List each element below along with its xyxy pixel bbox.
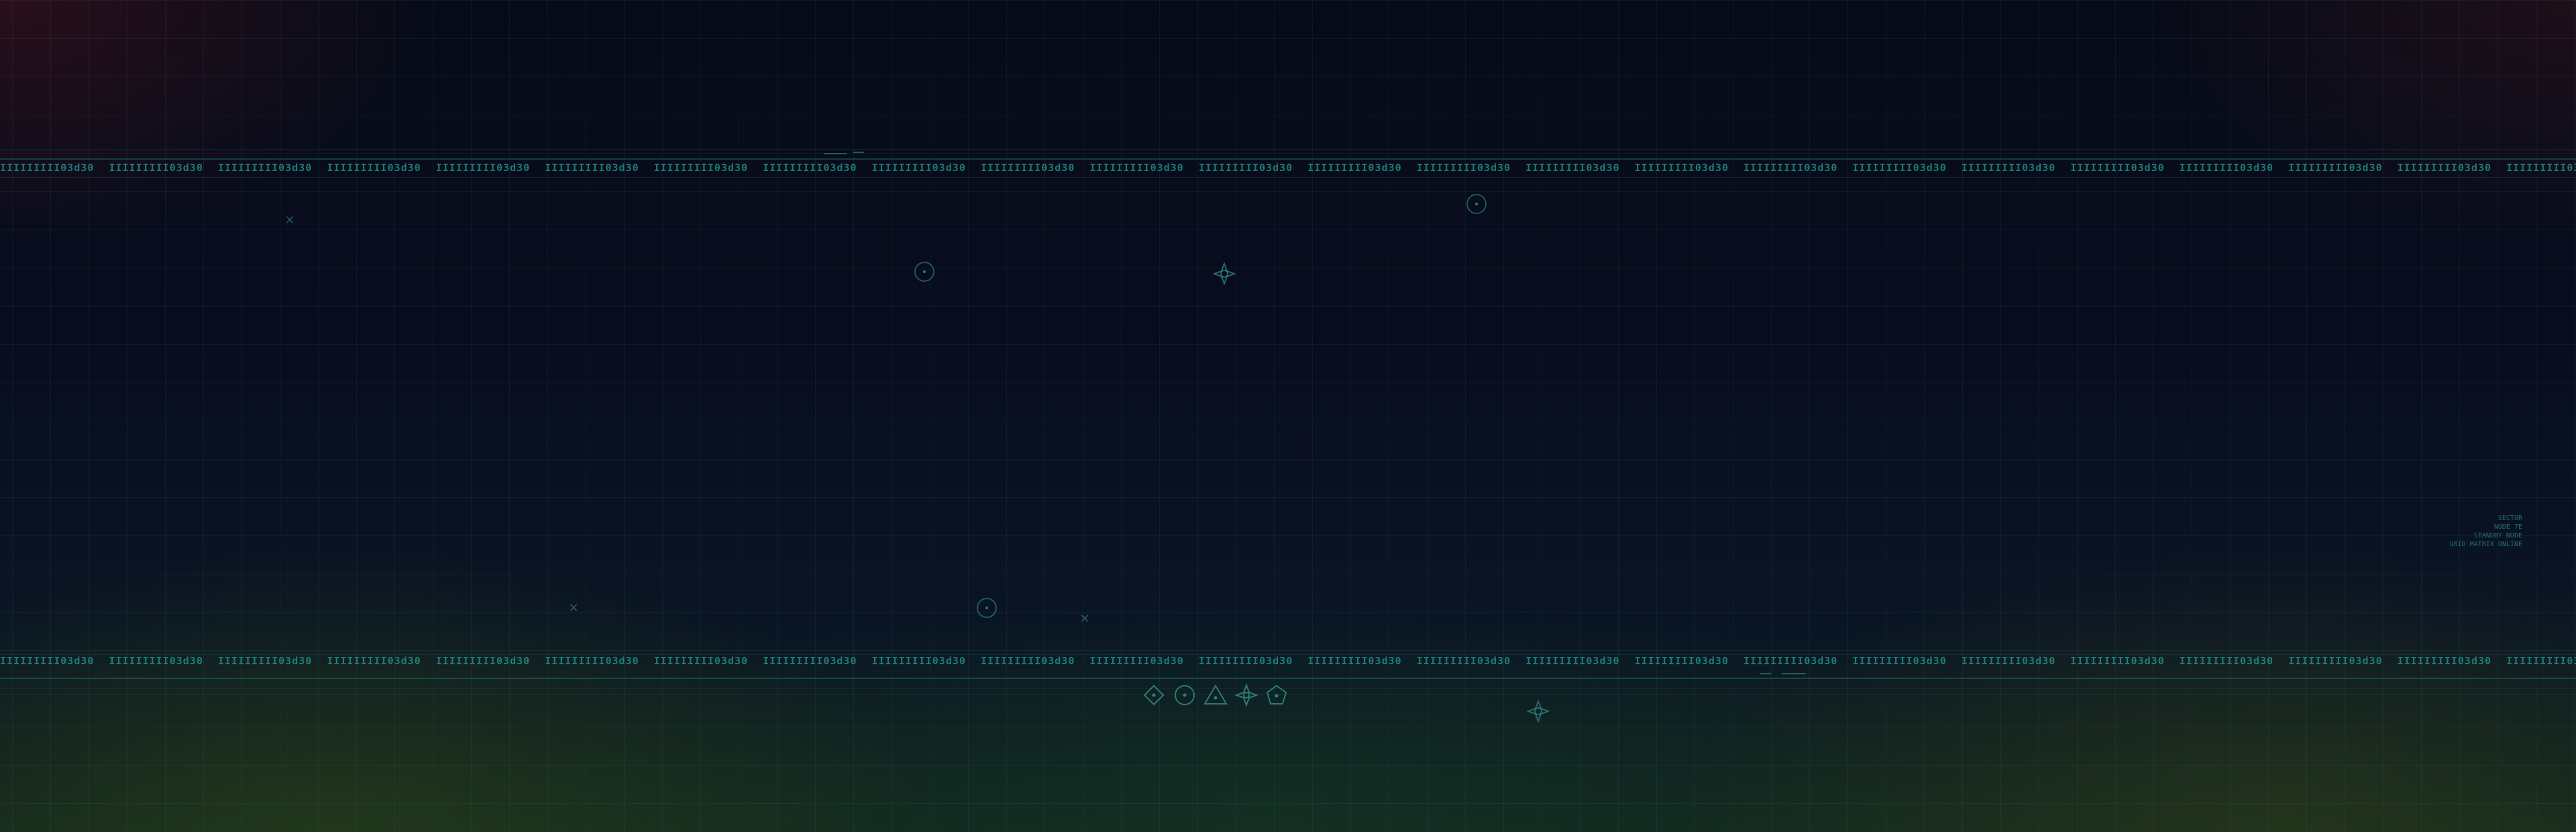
triangle-icon[interactable] [1203, 684, 1228, 705]
top-frame-line [0, 149, 2576, 150]
tick-strip-segment: IIIIIIIII03d30 [653, 162, 749, 174]
tick-strip-segment: IIIIIIIII03d30 [0, 162, 95, 174]
star-icon [1527, 700, 1550, 723]
star-icon [1213, 262, 1236, 285]
bottom-tick-strip: IIIIIIIII03d30 IIIIIIIII03d30 IIIIIIIII03d… [0, 655, 2576, 667]
tick-strip-segment: IIIIIIIII03d30 [1852, 655, 1947, 667]
tick-strip-segment: IIIIIIIII03d30 [109, 655, 203, 667]
reticle-icon [1466, 194, 1487, 214]
bottom-notch-left [1760, 673, 1771, 674]
tick-strip-segment: IIIIIIIII03d30 [763, 162, 857, 174]
top-notch-right [853, 152, 864, 153]
reticle-icon [977, 598, 997, 618]
top-tick-strip: IIIIIIIII03d30 IIIIIIIII03d30 IIIIIIIII03d… [0, 162, 2576, 174]
tick-strip-segment: IIIIIIIII03d30 [1198, 162, 1293, 174]
hud-background: IIIIIIIII03d30 IIIIIIIII03d30 IIIIIIIII03d… [0, 0, 2576, 832]
top-strip-underline [0, 177, 2576, 178]
tick-strip-segment: IIIIIIIII03d30 [2288, 162, 2383, 174]
tick-strip-segment: IIIIIIIII03d30 [1961, 655, 2056, 667]
cross-icon: ✕ [568, 601, 579, 615]
tick-strip-segment: IIIIIIIII03d30 [0, 655, 95, 667]
tick-strip-segment: IIIIIIIII03d30 [435, 162, 531, 174]
circle-icon[interactable] [1175, 685, 1195, 705]
tick-strip-segment: IIIIIIIII03d30 [1961, 162, 2056, 174]
tick-strip-segment: IIIIIIIII03d30 [1743, 655, 1838, 667]
tick-strip-segment: IIIIIIIII03d30 [1634, 162, 1729, 174]
tick-strip-segment: IIIIIIIII03d30 [2070, 655, 2165, 667]
star-icon[interactable] [1234, 683, 1258, 707]
tick-strip-segment: IIIIIIIII03d30 [980, 162, 1075, 174]
tick-strip-segment: IIIIIIIII03d30 [653, 655, 749, 667]
bottom-strip-line [0, 678, 2576, 679]
tick-strip-segment: IIIIIIIII03d30 [1416, 162, 1511, 174]
tick-strip-segment: IIIIIIIII03d30 [327, 162, 421, 174]
top-notch-left [824, 153, 847, 154]
tick-strip-segment: IIIIIIIII03d30 [1416, 655, 1511, 667]
status-legend: SECTOR NODE 7E STANDBY NODE GRID MATRIX … [2450, 514, 2522, 549]
legend-line: NODE 7E [2493, 523, 2522, 531]
tick-strip-segment: IIIIIIIII03d30 [2397, 162, 2492, 174]
tick-strip-segment: IIIIIIIII03d30 [2506, 162, 2576, 174]
tick-strip-segment: IIIIIIIII03d30 [2397, 655, 2492, 667]
reticle-icon [914, 262, 934, 282]
bottom-notch-right [1782, 673, 1806, 674]
tick-strip-segment: IIIIIIIII03d30 [763, 655, 857, 667]
tick-strip-segment: IIIIIIIII03d30 [1634, 655, 1729, 667]
tick-strip-segment: IIIIIIIII03d30 [109, 162, 203, 174]
tick-strip-segment: IIIIIIIII03d30 [1743, 162, 1838, 174]
tick-strip-segment: IIIIIIIII03d30 [2506, 655, 2576, 667]
tick-strip-segment: IIIIIIIII03d30 [1307, 655, 1402, 667]
tick-strip-segment: IIIIIIIII03d30 [545, 162, 639, 174]
tick-strip-segment: IIIIIIIII03d30 [2179, 655, 2274, 667]
tick-strip-segment: IIIIIIIII03d30 [1307, 162, 1402, 174]
cross-icon: ✕ [284, 213, 295, 227]
tick-strip-segment: IIIIIIIII03d30 [217, 655, 313, 667]
tick-strip-segment: IIIIIIIII03d30 [1198, 655, 1293, 667]
tick-strip-segment: IIIIIIIII03d30 [1089, 655, 1184, 667]
cross-icon: ✕ [1079, 612, 1090, 626]
legend-line: STANDBY NODE [2473, 532, 2522, 539]
tick-strip-segment: IIIIIIIII03d30 [1525, 162, 1620, 174]
tick-strip-segment: IIIIIIIII03d30 [871, 162, 966, 174]
top-strip-line [0, 158, 2576, 160]
pentagon-icon[interactable] [1266, 684, 1287, 705]
tick-strip-segment: IIIIIIIII03d30 [435, 655, 531, 667]
tick-strip-segment: IIIIIIIII03d30 [327, 655, 421, 667]
tick-strip-segment: IIIIIIIII03d30 [1089, 162, 1184, 174]
tick-strip-segment: IIIIIIIII03d30 [871, 655, 966, 667]
tick-strip-segment: IIIIIIIII03d30 [2288, 655, 2383, 667]
tick-strip-segment: IIIIIIIII03d30 [217, 162, 313, 174]
tick-strip-segment: IIIIIIIII03d30 [1525, 655, 1620, 667]
shape-selector [1143, 683, 1287, 707]
tick-strip-segment: IIIIIIIII03d30 [980, 655, 1075, 667]
tick-strip-segment: IIIIIIIII03d30 [2179, 162, 2274, 174]
legend-line: SECTOR [2498, 515, 2522, 522]
diamond-icon[interactable] [1143, 684, 1165, 706]
tick-strip-segment: IIIIIIIII03d30 [1852, 162, 1947, 174]
legend-line: GRID MATRIX ONLINE [2449, 541, 2522, 548]
tick-strip-segment: IIIIIIIII03d30 [2070, 162, 2165, 174]
tick-strip-segment: IIIIIIIII03d30 [545, 655, 639, 667]
